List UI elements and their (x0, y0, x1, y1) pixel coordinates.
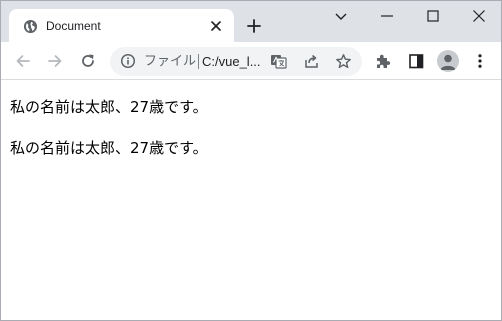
close-icon[interactable] (470, 7, 488, 25)
minimize-icon[interactable] (378, 7, 396, 25)
new-tab-icon[interactable] (246, 18, 262, 34)
page-content: 私の名前は太郎、27歳です。 私の名前は太郎、27歳です。 (1, 81, 501, 320)
url-separator (198, 54, 199, 69)
browser-window: Document ファイル C:/vue_l... 私の名前は太郎、27歳です。… (0, 0, 502, 321)
maximize-icon[interactable] (424, 7, 442, 25)
tab-strip: Document (1, 1, 501, 42)
paragraph-2: 私の名前は太郎、27歳です。 (10, 139, 208, 157)
paragraph-1: 私の名前は太郎、27歳です。 (10, 98, 208, 116)
url-scheme-label: ファイル (144, 54, 197, 69)
tab-document[interactable]: Document (9, 9, 234, 42)
profile-avatar[interactable] (437, 50, 459, 72)
toolbar: ファイル C:/vue_l... (1, 42, 501, 80)
tab-search-icon[interactable] (332, 7, 350, 25)
share-icon[interactable] (303, 53, 320, 70)
side-panel-icon[interactable] (407, 52, 425, 70)
forward-arrow-icon[interactable] (46, 52, 64, 70)
translate-icon[interactable] (270, 53, 287, 70)
address-bar[interactable]: ファイル C:/vue_l... (110, 47, 362, 76)
tab-close-icon[interactable] (210, 20, 222, 32)
extensions-icon[interactable] (374, 52, 392, 70)
info-icon[interactable] (120, 53, 136, 69)
globe-icon (23, 19, 38, 34)
menu-icon[interactable] (471, 52, 489, 70)
tab-title: Document (46, 19, 101, 33)
bookmark-star-icon[interactable] (335, 53, 352, 70)
reload-icon[interactable] (79, 52, 97, 70)
url-text[interactable]: C:/vue_l... (202, 53, 261, 70)
person-icon (440, 54, 456, 70)
back-arrow-icon[interactable] (14, 52, 32, 70)
